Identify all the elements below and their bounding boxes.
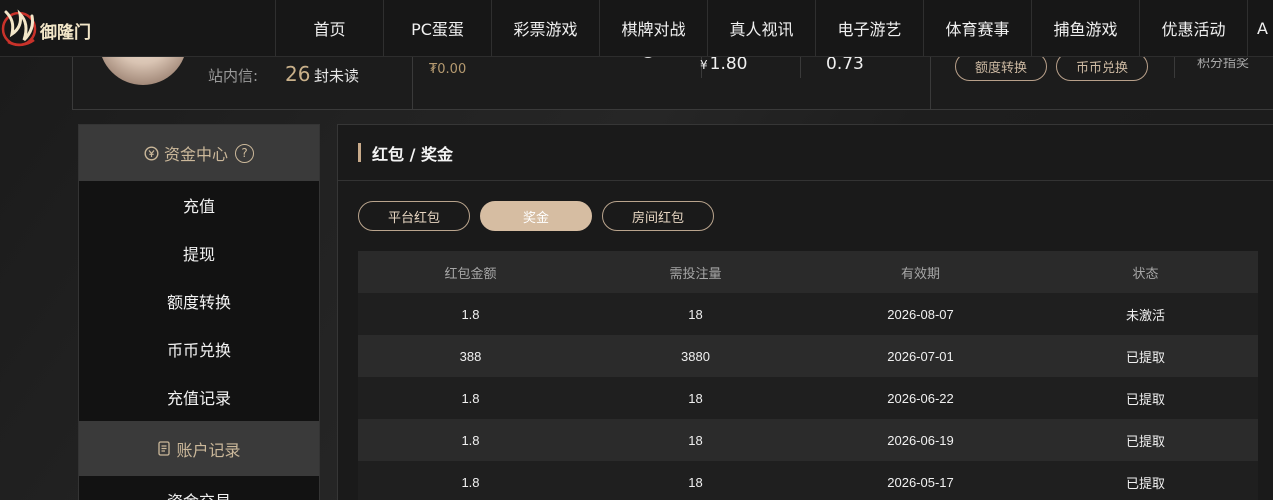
table-row: 1.8 18 2026-06-22 已提取 [358, 377, 1258, 419]
sidebar-section-funds-title: 资金中心 [163, 145, 228, 164]
brand-name: 御隆门 [40, 23, 91, 43]
sidebar-section-account-records: 账户记录 [79, 421, 319, 476]
wager-cell: 18 [688, 390, 703, 406]
top-navigation: 御隆门 首页 PC蛋蛋 彩票游戏 棋牌对战 真人视讯 电子游艺 体育赛事 捕鱼游… [0, 0, 1273, 57]
sidebar-section-funds: 资金中心 ? [79, 125, 319, 181]
tab-bonus[interactable]: 奖金 [480, 201, 592, 231]
wallet-balance: ¥1.80 [700, 54, 748, 74]
red-packet-panel: 红包 / 奖金 平台红包 奖金 房间红包 红包金额 需投注量 有效期 状态 1.… [337, 124, 1273, 500]
nav-item-more[interactable]: A [1247, 0, 1273, 56]
sidebar-item-fund-transactions[interactable]: 资金交易 [79, 476, 319, 500]
wager-cell: 18 [688, 306, 703, 322]
wager-cell: 18 [688, 432, 703, 448]
column-header: 需投注量 [669, 266, 722, 282]
secondary-balance: 0.73 [826, 54, 864, 74]
tab-room-red-packet[interactable]: 房间红包 [602, 201, 714, 231]
nav-item-lottery[interactable]: 彩票游戏 [491, 0, 599, 56]
inbox-unread-label: 封未读 [314, 67, 360, 85]
amount-cell: 1.8 [461, 390, 480, 406]
expiry-cell: 2026-07-01 [887, 348, 954, 364]
sidebar-item-quota-transfer[interactable]: 额度转换 [79, 277, 319, 325]
sidebar-item-coin-exchange[interactable]: 币币兑换 [79, 325, 319, 373]
wager-cell: 3880 [681, 348, 710, 364]
nav-item-promotions[interactable]: 优惠活动 [1139, 0, 1247, 56]
help-icon[interactable]: ? [235, 143, 254, 163]
tab-group: 平台红包 奖金 房间红包 [358, 201, 714, 231]
expiry-cell: 2026-06-22 [887, 390, 954, 406]
status-cell: 已提取 [1125, 476, 1165, 492]
nav-item-fishing[interactable]: 捕鱼游戏 [1031, 0, 1139, 56]
column-header: 状态 [1132, 266, 1159, 282]
column-header: 有效期 [900, 266, 940, 282]
panel-header: 红包 / 奖金 [338, 125, 1273, 181]
sidebar-item-withdraw[interactable]: 提现 [79, 229, 319, 277]
currency-symbol: ¥ [700, 58, 708, 72]
expiry-cell: 2026-06-19 [887, 432, 954, 448]
sidebar: 资金中心 ? 充值 提现 额度转换 币币兑换 充值记录 账户记录 资金交易 [78, 124, 320, 500]
tab-platform-red-packet[interactable]: 平台红包 [358, 201, 470, 231]
inbox-count[interactable]: 26 [285, 62, 310, 86]
nav-item-slots[interactable]: 电子游艺 [815, 0, 923, 56]
status-cell: 已提取 [1125, 434, 1165, 450]
title-accent-bar [358, 143, 361, 162]
column-header: 红包金额 [444, 266, 497, 282]
document-icon [157, 441, 171, 456]
table-row: 1.8 18 2026-05-17 已提取 [358, 461, 1258, 500]
bonus-table: 红包金额 需投注量 有效期 状态 1.8 18 2026-08-07 未激活 3… [358, 251, 1258, 500]
nav-item-live-video[interactable]: 真人视讯 [707, 0, 815, 56]
site-logo[interactable]: 御隆门 [0, 4, 100, 52]
wallet-balance-value: 1.80 [709, 54, 748, 74]
yen-coin-icon [144, 145, 159, 161]
sidebar-item-deposit-records[interactable]: 充值记录 [79, 373, 319, 421]
status-cell: 已提取 [1125, 392, 1165, 408]
sidebar-section-account-records-title: 账户记录 [176, 440, 241, 460]
inbox-label: 站内信: [208, 67, 259, 85]
amount-cell: 1.8 [461, 432, 480, 448]
table-row: 1.8 18 2026-06-19 已提取 [358, 419, 1258, 461]
nav-menu: 首页 PC蛋蛋 彩票游戏 棋牌对战 真人视讯 电子游艺 体育赛事 捕鱼游戏 优惠… [275, 0, 1273, 56]
status-cell: 未激活 [1125, 308, 1165, 324]
dragon-logo-icon [1, 9, 37, 47]
table-header: 红包金额 需投注量 有效期 状态 [358, 251, 1258, 293]
amount-cell: 388 [459, 348, 482, 364]
nav-item-home[interactable]: 首页 [275, 0, 383, 56]
amount-cell: 1.8 [461, 306, 480, 322]
nav-item-chess-cards[interactable]: 棋牌对战 [599, 0, 707, 56]
nav-item-pc-dandan[interactable]: PC蛋蛋 [383, 0, 491, 56]
table-row: 1.8 18 2026-08-07 未激活 [358, 293, 1258, 335]
status-cell: 已提取 [1125, 350, 1165, 366]
table-row: 388 3880 2026-07-01 已提取 [358, 335, 1258, 377]
page-title: 红包 / 奖金 [372, 144, 453, 164]
nav-item-sports[interactable]: 体育赛事 [923, 0, 1031, 56]
expiry-cell: 2026-05-17 [887, 474, 954, 490]
balance-zero: ₮0.00 [429, 62, 467, 77]
wager-cell: 18 [688, 474, 703, 490]
expiry-cell: 2026-08-07 [887, 306, 954, 322]
sidebar-item-deposit[interactable]: 充值 [79, 181, 319, 229]
amount-cell: 1.8 [461, 474, 480, 490]
